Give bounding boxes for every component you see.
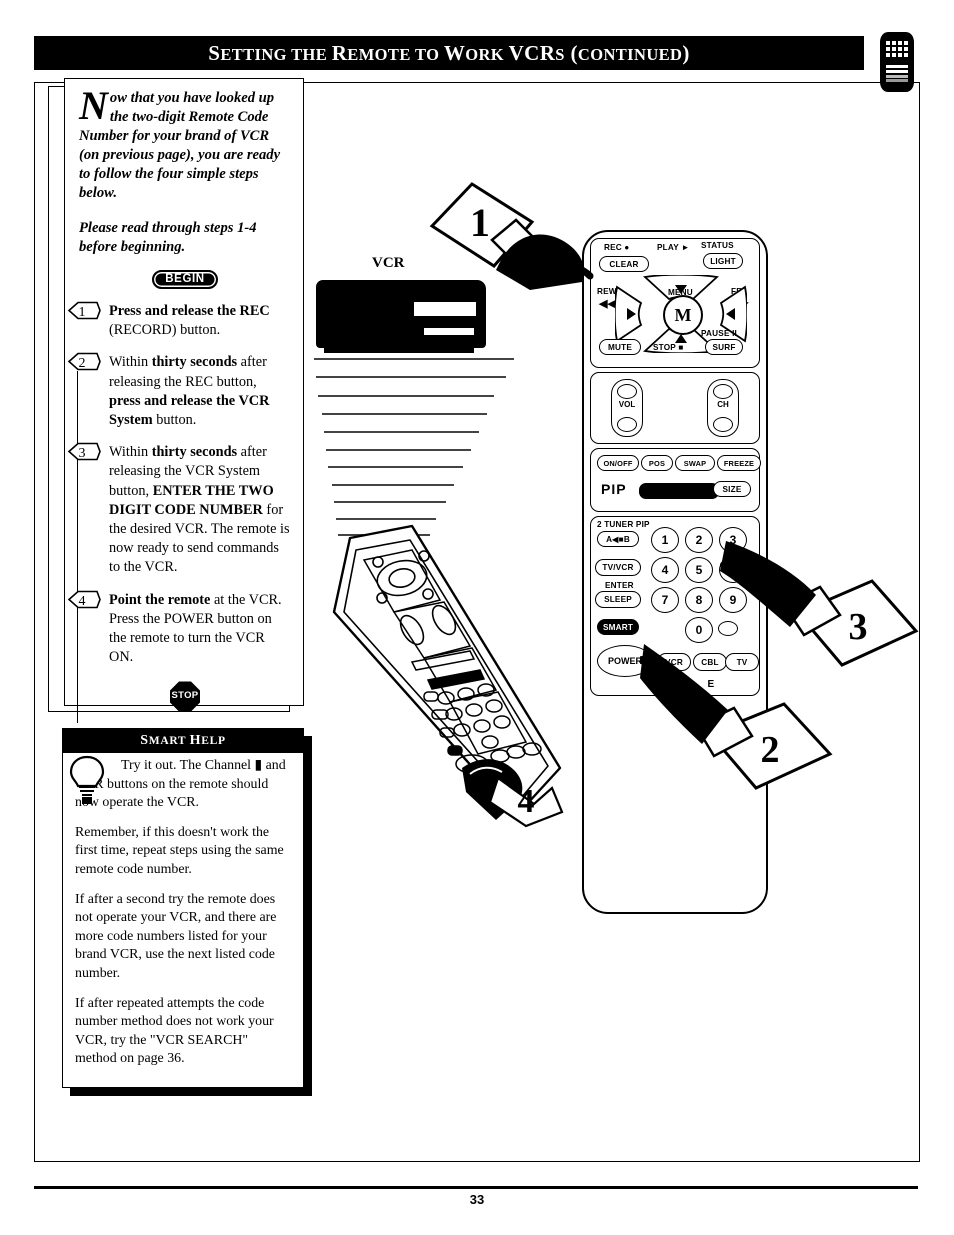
light-button[interactable]: LIGHT — [703, 253, 743, 269]
pip-swap-button[interactable]: SWAP — [675, 455, 715, 471]
stop-label: STOP ■ — [653, 343, 684, 352]
callout-number-1: 1 — [470, 200, 490, 245]
menu-label: MENU — [668, 288, 693, 297]
page-number: 33 — [469, 1192, 485, 1207]
callout-number-2: 2 — [761, 729, 780, 771]
angled-remote-illustration: 4 — [332, 524, 564, 828]
pip-logo: PIP — [601, 481, 627, 497]
step-text-4: Point the remote at the VCR. Press the P… — [109, 591, 282, 666]
rec-label: REC ● — [604, 243, 630, 252]
page-title: SETTING THE REMOTE TO WORK VCRS (CONTINU… — [208, 40, 690, 65]
digit-8-button[interactable]: 8 — [685, 587, 713, 613]
illustration-area: VCR 4 CLEAR REC ● PLAY ► STATUS LIGHT RE… — [310, 150, 919, 914]
mute-button[interactable]: MUTE — [599, 339, 641, 355]
tuner-pip-label: 2 TUNER PIP — [597, 520, 650, 529]
step-2: 2 Within thirty seconds after releasing t… — [67, 353, 291, 430]
pip-pos-button[interactable]: POS — [641, 455, 673, 471]
volume-channel-section: VOL CH — [590, 372, 760, 444]
rec-clear-button[interactable]: CLEAR — [599, 256, 649, 272]
step-4: 4 Point the remote at the VCR. Press the … — [67, 590, 291, 668]
smart-help-paragraph-4: If after repeated attempts the code numb… — [75, 995, 274, 1067]
footer-rule — [34, 1186, 918, 1189]
pip-section: ON/OFF POS SWAP FREEZE PIP SIZE — [590, 448, 761, 512]
pip-on-off-button[interactable]: ON/OFF — [597, 455, 639, 471]
digit-2-button[interactable]: 2 — [685, 527, 713, 553]
step-text-3: Within thirty seconds after releasing th… — [109, 444, 290, 576]
begin-badge-row: BEGIN — [79, 269, 291, 289]
stop-badge-row: STOP — [79, 681, 291, 712]
digit-5-button[interactable]: 5 — [685, 557, 713, 583]
menu-button[interactable]: M — [663, 295, 703, 335]
rew-glyph: ◀◀ — [599, 298, 617, 310]
digit-1-button[interactable]: 1 — [651, 527, 679, 553]
step-number-badge-3: 3 — [67, 442, 101, 461]
sleep-button[interactable]: SLEEP — [595, 591, 641, 608]
callout-number-4: 4 — [518, 783, 535, 820]
instruction-panel: Now that you have looked up the two-digi… — [64, 78, 304, 723]
step-3: 3 Within thirty seconds after releasing t… — [67, 442, 291, 577]
status-label: STATUS — [701, 241, 734, 250]
svg-text:4: 4 — [79, 594, 86, 609]
enter-label: ENTER — [605, 581, 634, 590]
intro-paragraph: Now that you have looked up the two-digi… — [79, 83, 291, 203]
hand-callout-1: 1 — [429, 182, 594, 290]
pip-slider[interactable] — [639, 483, 719, 499]
manual-page: SETTING THE REMOTE TO WORK VCRS (CONTINU… — [0, 0, 954, 1235]
smart-button[interactable]: SMART — [597, 619, 639, 635]
stop-badge: STOP — [170, 681, 200, 712]
step-text-2: Within thirty seconds after releasing th… — [109, 354, 270, 429]
pip-size-button[interactable]: SIZE — [713, 481, 751, 497]
step-number-badge-2: 2 — [67, 352, 101, 371]
begin-badge: BEGIN — [152, 270, 218, 289]
smart-help-panel: SMART HELP Try it out. The Channel ▮ and… — [62, 728, 304, 1088]
smart-help-title: SMART HELP — [140, 733, 226, 748]
read-through-note: Please read through steps 1-4 before beg… — [79, 220, 257, 255]
digit-7-button[interactable]: 7 — [651, 587, 679, 613]
pause-label: PAUSE II — [701, 329, 738, 338]
tuner-pip-button[interactable]: A◀■B — [597, 531, 639, 547]
transport-section: CLEAR REC ● PLAY ► STATUS LIGHT REW ◀◀ F… — [590, 238, 760, 368]
volume-rocker[interactable]: VOL — [611, 379, 643, 437]
smart-help-header: SMART HELP — [63, 729, 303, 753]
step-1: 1 Press and release the REC (RECORD) butt… — [67, 301, 291, 340]
svg-text:2: 2 — [79, 356, 86, 371]
hand-callout-2: 2 — [640, 644, 833, 790]
drop-cap: N — [79, 83, 108, 128]
svg-text:3: 3 — [79, 446, 86, 461]
step-number-badge-4: 4 — [67, 590, 101, 609]
page-header-banner: SETTING THE REMOTE TO WORK VCRS (CONTINU… — [34, 36, 864, 70]
digit-4-button[interactable]: 4 — [651, 557, 679, 583]
channel-rocker[interactable]: CH — [707, 379, 739, 437]
smart-help-paragraph-2: Remember, if this doesn't work the first… — [75, 824, 284, 877]
step-number-badge-1: 1 — [67, 301, 101, 320]
tv-vcr-button[interactable]: TV/VCR — [595, 559, 641, 576]
smart-help-paragraph-3: If after a second try the remote does no… — [75, 891, 277, 981]
smart-help-paragraph-1: Try it out. The Channel ▮ and VCR button… — [75, 758, 286, 811]
svg-text:1: 1 — [79, 305, 86, 320]
steps-list: 1 Press and release the REC (RECORD) butt… — [67, 301, 291, 668]
callout-number-3: 3 — [849, 606, 868, 648]
smart-help-body: Try it out. The Channel ▮ and VCR button… — [63, 753, 303, 1069]
surf-button[interactable]: SURF — [705, 339, 743, 355]
lightbulb-icon — [69, 755, 105, 804]
step-text-1: Press and release the REC (RECORD) butto… — [109, 303, 270, 339]
pip-freeze-button[interactable]: FREEZE — [717, 455, 761, 471]
play-label: PLAY ► — [657, 243, 690, 252]
perspective-lines — [310, 358, 530, 538]
vcr-label: VCR — [372, 255, 405, 271]
